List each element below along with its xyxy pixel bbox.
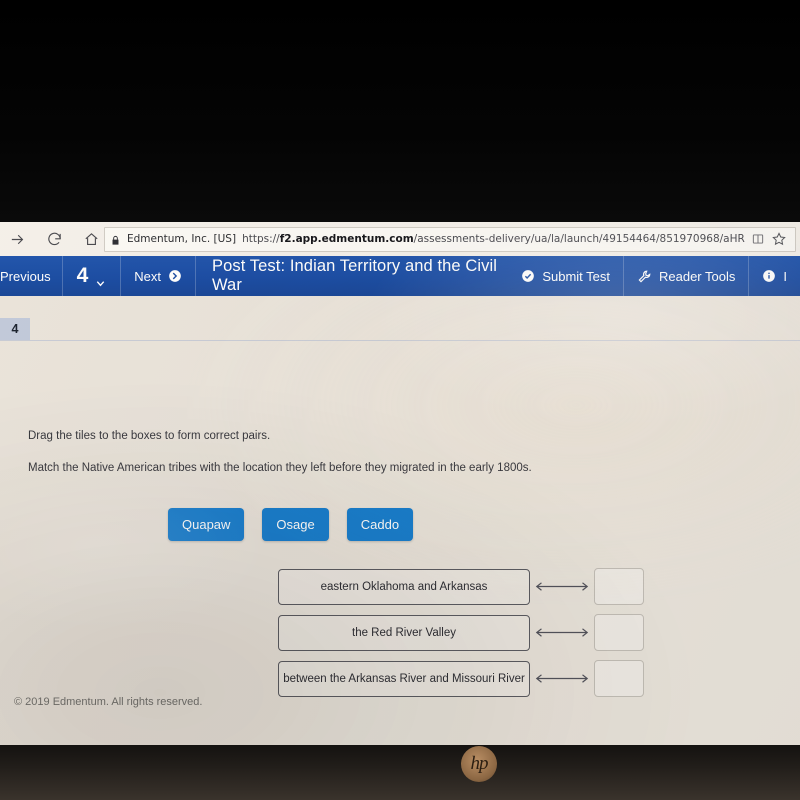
laptop-bezel-bottom xyxy=(0,745,800,800)
drop-target-3[interactable] xyxy=(594,660,644,697)
double-arrow-icon xyxy=(534,672,590,686)
address-bar[interactable]: Edmentum, Inc. [US] https://f2.app.edmen… xyxy=(104,226,796,252)
check-circle-icon xyxy=(521,269,535,283)
tile-quapaw[interactable]: Quapaw xyxy=(168,508,245,541)
info-circle-icon xyxy=(762,269,776,283)
assessment-toolbar: Previous 4 Next Post Test: Indian Territ… xyxy=(0,256,800,296)
double-arrow-icon xyxy=(534,626,590,640)
reader-tools-button[interactable]: Reader Tools xyxy=(624,256,750,296)
copyright-text: © 2019 Edmentum. All rights reserved. xyxy=(14,696,203,708)
next-button[interactable]: Next xyxy=(121,256,196,296)
url-text: https://f2.app.edmentum.com/assessments-… xyxy=(242,233,745,245)
question-number-strip: 4 xyxy=(0,318,800,341)
tile-tray: Quapaw Osage Caddo xyxy=(168,508,414,541)
laptop-screen: Edmentum, Inc. [US] https://f2.app.edmen… xyxy=(0,222,800,745)
info-label: I xyxy=(783,268,787,284)
reader-tools-label: Reader Tools xyxy=(659,268,736,284)
drop-target-1[interactable] xyxy=(594,568,644,605)
hp-logo: hp xyxy=(461,746,497,782)
drop-target-2[interactable] xyxy=(594,614,644,651)
question-number-dropdown[interactable]: 4 xyxy=(63,256,122,296)
arrow-right-circle-icon xyxy=(168,269,182,283)
lock-icon xyxy=(110,233,121,246)
drag-instruction: Drag the tiles to the boxes to form corr… xyxy=(28,430,271,442)
star-icon[interactable] xyxy=(771,231,787,247)
previous-button[interactable]: Previous xyxy=(0,256,63,296)
refresh-icon[interactable] xyxy=(45,230,64,249)
submit-test-label: Submit Test xyxy=(542,268,610,284)
previous-label: Previous xyxy=(0,268,51,284)
browser-toolbar: Edmentum, Inc. [US] https://f2.app.edmen… xyxy=(0,222,800,256)
site-identity: Edmentum, Inc. [US] xyxy=(127,233,237,245)
question-number-badge: 4 xyxy=(0,318,30,340)
browser-nav-icons xyxy=(0,230,104,249)
reading-view-icon[interactable] xyxy=(751,232,765,246)
info-button[interactable]: I xyxy=(749,256,800,296)
double-arrow-icon xyxy=(534,580,590,594)
match-row: the Red River Valley xyxy=(278,614,644,651)
tile-caddo[interactable]: Caddo xyxy=(346,508,414,541)
submit-test-button[interactable]: Submit Test xyxy=(508,256,624,296)
home-icon[interactable] xyxy=(82,230,101,249)
question-number-value: 4 xyxy=(76,264,89,287)
location-box-3: between the Arkansas River and Missouri … xyxy=(278,660,530,697)
next-label: Next xyxy=(134,268,161,284)
question-prompt: Match the Native American tribes with th… xyxy=(28,462,532,474)
location-box-2: the Red River Valley xyxy=(278,614,530,651)
assessment-page: 4 Drag the tiles to the boxes to form co… xyxy=(0,296,800,745)
laptop-bezel-top xyxy=(0,0,800,222)
match-rows: eastern Oklahoma and Arkansas the Red Ri… xyxy=(278,568,644,697)
wrench-icon xyxy=(637,269,652,284)
laptop-photo: Edmentum, Inc. [US] https://f2.app.edmen… xyxy=(0,0,800,800)
test-title: Post Test: Indian Territory and the Civi… xyxy=(212,257,498,294)
match-row: eastern Oklahoma and Arkansas xyxy=(278,568,644,605)
forward-arrow-icon[interactable] xyxy=(8,230,27,249)
location-box-1: eastern Oklahoma and Arkansas xyxy=(278,568,530,605)
toolbar-actions: Submit Test Reader Tools I xyxy=(508,256,800,296)
tile-osage[interactable]: Osage xyxy=(262,508,329,541)
chevron-down-icon xyxy=(95,271,106,286)
match-row: between the Arkansas River and Missouri … xyxy=(278,660,644,697)
